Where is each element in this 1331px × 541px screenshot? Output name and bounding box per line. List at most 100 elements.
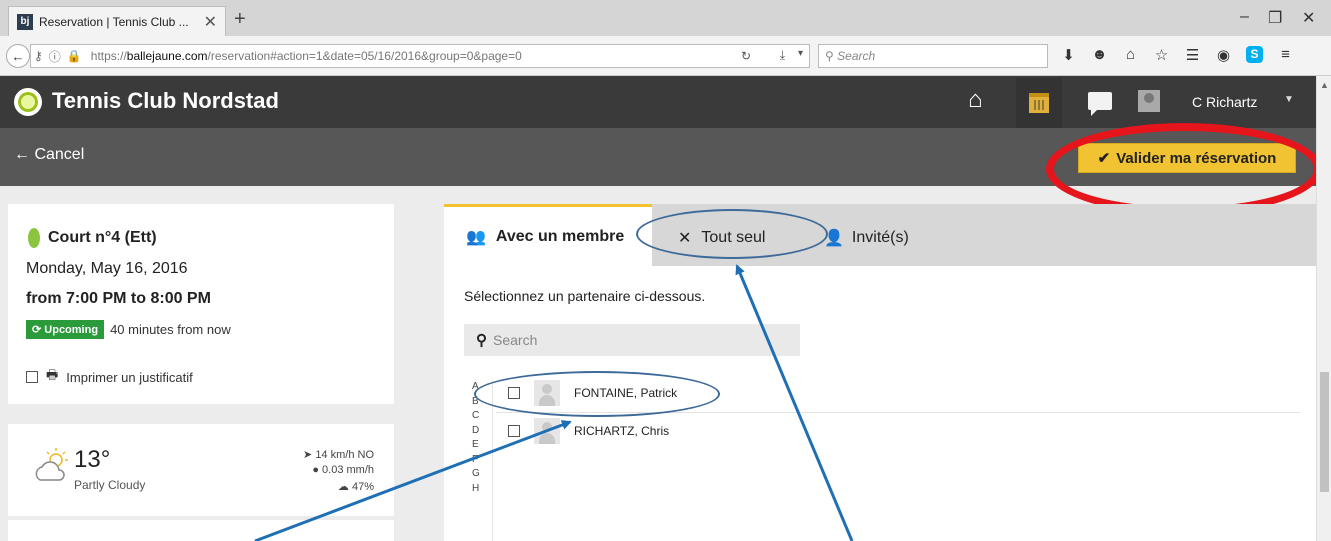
search-icon: ⚲: [476, 332, 487, 349]
alpha-letter[interactable]: H: [472, 482, 492, 497]
member-avatar-icon: [534, 418, 560, 444]
member-avatar-icon: [534, 380, 560, 406]
weather-description: Partly Cloudy: [74, 478, 146, 492]
row-divider: [496, 412, 1300, 413]
browser-search-input[interactable]: ⚲ Search: [818, 44, 1048, 68]
court-status-dot-icon: [28, 228, 40, 248]
close-x-icon: ✕: [678, 230, 692, 247]
info-icon[interactable]: ⓘ: [46, 48, 64, 65]
minimize-icon[interactable]: –: [1240, 8, 1249, 26]
chat-icon[interactable]: [1088, 92, 1112, 116]
index-divider: [492, 380, 493, 541]
print-label: Imprimer un justificatif: [66, 369, 193, 385]
home-nav-icon[interactable]: ⌂: [968, 86, 983, 114]
status-badge: ⟳ Upcoming: [26, 320, 105, 339]
new-tab-icon[interactable]: +: [234, 8, 246, 31]
cloud-info: ☁ 47%: [337, 481, 374, 493]
next-card: [8, 520, 394, 541]
alpha-letter[interactable]: A: [472, 380, 492, 395]
download-arrow-icon[interactable]: ⬇: [1060, 46, 1077, 64]
member-name: RICHARTZ, Chris: [574, 424, 670, 438]
reservation-card: Court n°4 (Ett) Monday, May 16, 2016 fro…: [8, 204, 394, 404]
user-name[interactable]: C Richartz: [1192, 94, 1257, 110]
alpha-letter[interactable]: G: [472, 467, 492, 482]
partner-search-placeholder: Search: [493, 332, 538, 348]
home-icon[interactable]: ⌂: [1122, 46, 1139, 64]
cloud-icon: ☁: [337, 481, 349, 493]
browser-tab[interactable]: bj Reservation | Tennis Club ... ✕: [8, 6, 226, 36]
reservation-date: Monday, May 16, 2016: [26, 260, 188, 277]
status-text: 40 minutes from now: [110, 322, 231, 337]
calendar-nav-button[interactable]: [1016, 78, 1062, 128]
calendar-icon: [1029, 93, 1049, 113]
wind-info: ➤ 14 km/h NO: [303, 449, 374, 461]
alphabet-index: A B C D E F G H: [472, 380, 492, 496]
alpha-letter[interactable]: E: [472, 438, 492, 453]
download-icon[interactable]: ⤓: [780, 48, 785, 63]
member-row[interactable]: FONTAINE, Patrick: [508, 380, 677, 406]
tab-guests[interactable]: 👤 Invité(s): [824, 228, 909, 248]
menu-icon[interactable]: ≡: [1277, 46, 1294, 64]
back-arrow-icon[interactable]: ←: [6, 44, 30, 68]
tab-alone[interactable]: ✕ Tout seul: [678, 228, 765, 248]
printer-icon: 🖶: [46, 367, 59, 382]
browser-nav-bar: ← ⚷ ⓘ 🔒 https://ballejaune.com/reservati…: [0, 36, 1331, 76]
dropdown-icon[interactable]: ▾: [798, 48, 803, 59]
action-bar: ← Cancel ✔ Valider ma réservation: [0, 128, 1316, 186]
app-header: Tennis Club Nordstad ⌂ C Richartz ▼: [0, 76, 1316, 128]
scrollbar-thumb[interactable]: [1320, 372, 1329, 492]
browser-tab-bar: bj Reservation | Tennis Club ... ✕ + – ❐…: [0, 0, 1331, 36]
wind-icon: ➤: [303, 449, 313, 461]
reservation-time: from 7:00 PM to 8:00 PM: [26, 290, 211, 307]
key-icon: ⚷: [34, 49, 43, 63]
member-checkbox[interactable]: [508, 425, 520, 437]
toolbar-icons: ⬇ ☻ ⌂ ☆ ☰ ◉ S ≡: [1060, 46, 1294, 64]
window-close-icon[interactable]: ✕: [1302, 8, 1315, 28]
members-icon: 👥: [466, 228, 486, 246]
alpha-letter[interactable]: D: [472, 424, 492, 439]
temperature: 13°: [74, 446, 111, 473]
partner-tabs: 👥 Avec un membre ✕ Tout seul 👤 Invité(s): [444, 204, 1316, 266]
partner-selection-panel: Sélectionnez un partenaire ci-dessous. ⚲…: [444, 266, 1316, 541]
user-avatar-icon[interactable]: [1138, 90, 1160, 112]
member-name: FONTAINE, Patrick: [574, 386, 678, 400]
alpha-letter[interactable]: F: [472, 453, 492, 468]
alpha-letter[interactable]: B: [472, 395, 492, 410]
scroll-up-icon[interactable]: ▲: [1320, 80, 1329, 90]
address-bar[interactable]: ⚷ ⓘ 🔒 https://ballejaune.com/reservation…: [30, 44, 810, 68]
partner-search-input[interactable]: ⚲ Search: [464, 324, 800, 356]
status-row: ⟳ Upcoming 40 minutes from now: [26, 320, 231, 339]
add-guest-icon: 👤: [824, 230, 844, 247]
restore-icon[interactable]: ❐: [1268, 8, 1282, 28]
print-checkbox[interactable]: [26, 371, 38, 383]
pocket-icon[interactable]: ☻: [1091, 46, 1108, 64]
tab-close-icon[interactable]: ✕: [204, 12, 217, 32]
star-icon[interactable]: ☆: [1153, 46, 1170, 64]
cancel-button[interactable]: ← Cancel: [14, 146, 84, 164]
lock-icon: 🔒: [66, 49, 82, 63]
validate-reservation-button[interactable]: ✔ Valider ma réservation: [1078, 143, 1296, 173]
reload-icon[interactable]: ↻: [741, 49, 751, 63]
reading-list-icon[interactable]: ☰: [1184, 46, 1201, 64]
weather-card: 13° Partly Cloudy ➤ 14 km/h NO ● 0.03 mm…: [8, 424, 394, 516]
app-title[interactable]: Tennis Club Nordstad: [52, 88, 279, 114]
page-scrollbar[interactable]: ▲: [1316, 76, 1331, 541]
raindrop-icon: ●: [312, 464, 319, 476]
tab-title: Reservation | Tennis Club ...: [39, 14, 189, 29]
search-icon: ⚲: [825, 49, 834, 63]
rain-info: ● 0.03 mm/h: [312, 464, 374, 476]
member-checkbox[interactable]: [508, 387, 520, 399]
tab-with-member[interactable]: 👥 Avec un membre: [444, 204, 652, 266]
member-row[interactable]: RICHARTZ, Chris: [508, 418, 669, 444]
print-receipt-option[interactable]: 🖶 Imprimer un justificatif: [26, 366, 193, 388]
partly-cloudy-icon: [35, 448, 68, 481]
alpha-letter[interactable]: C: [472, 409, 492, 424]
check-icon: ✔: [1097, 150, 1111, 167]
browser-search-placeholder: Search: [837, 49, 876, 63]
instruction-text: Sélectionnez un partenaire ci-dessous.: [464, 288, 706, 304]
court-name: Court n°4 (Ett): [28, 228, 157, 248]
extension-icon[interactable]: ◉: [1215, 46, 1232, 64]
favicon-icon: bj: [17, 13, 33, 30]
user-menu-caret-icon[interactable]: ▼: [1284, 94, 1294, 105]
skype-icon[interactable]: S: [1246, 46, 1263, 63]
